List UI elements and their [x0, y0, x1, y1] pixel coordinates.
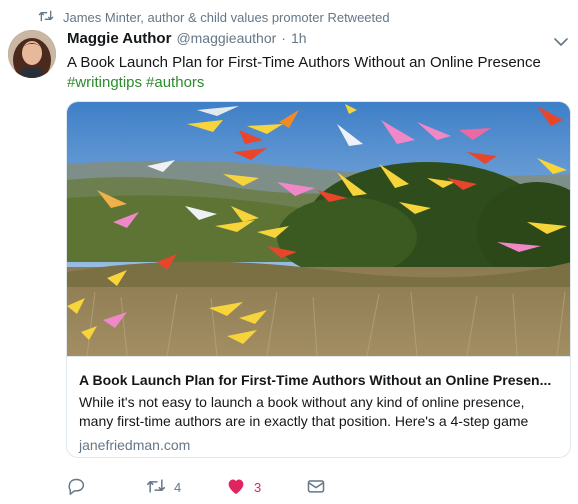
- link-card[interactable]: A Book Launch Plan for First-Time Author…: [66, 101, 571, 458]
- tweet-body: A Book Launch Plan for First-Time Author…: [67, 53, 567, 93]
- author-name[interactable]: Maggie Author: [67, 30, 171, 47]
- hashtag-list: #writingtips #authors: [67, 73, 567, 93]
- avatar[interactable]: [8, 30, 56, 78]
- envelope-icon: [306, 477, 326, 498]
- author-handle[interactable]: @maggieauthor: [176, 30, 276, 46]
- hashtag-link[interactable]: #authors: [146, 73, 204, 93]
- tweet-header: Maggie Author @maggieauthor · 1h: [67, 30, 307, 50]
- tweet-actions: 4 3: [66, 476, 326, 498]
- retweet-context-text: James Minter, author & child values prom…: [63, 9, 390, 25]
- retweet-icon: [146, 477, 166, 498]
- chevron-down-icon[interactable]: [554, 34, 568, 46]
- reply-icon: [66, 477, 86, 498]
- card-title[interactable]: A Book Launch Plan for First-Time Author…: [79, 371, 558, 390]
- card-domain: janefriedman.com: [79, 437, 191, 453]
- hashtag-link[interactable]: #writingtips: [67, 73, 142, 93]
- retweet-button[interactable]: 4: [146, 477, 226, 498]
- like-count: 3: [254, 479, 262, 495]
- retweet-small-icon: [38, 9, 54, 26]
- tweet-text: A Book Launch Plan for First-Time Author…: [67, 54, 541, 71]
- card-image[interactable]: [67, 102, 570, 357]
- tweet-timestamp[interactable]: 1h: [291, 30, 307, 46]
- card-body[interactable]: A Book Launch Plan for First-Time Author…: [67, 356, 570, 453]
- reply-button[interactable]: [66, 477, 146, 498]
- separator: ·: [281, 30, 286, 46]
- like-button[interactable]: 3: [226, 477, 306, 498]
- retweet-count: 4: [174, 479, 182, 495]
- retweet-context[interactable]: James Minter, author & child values prom…: [38, 8, 390, 26]
- direct-message-button[interactable]: [306, 477, 326, 498]
- card-description: While it's not easy to launch a book wit…: [79, 394, 529, 429]
- heart-icon: [226, 477, 246, 498]
